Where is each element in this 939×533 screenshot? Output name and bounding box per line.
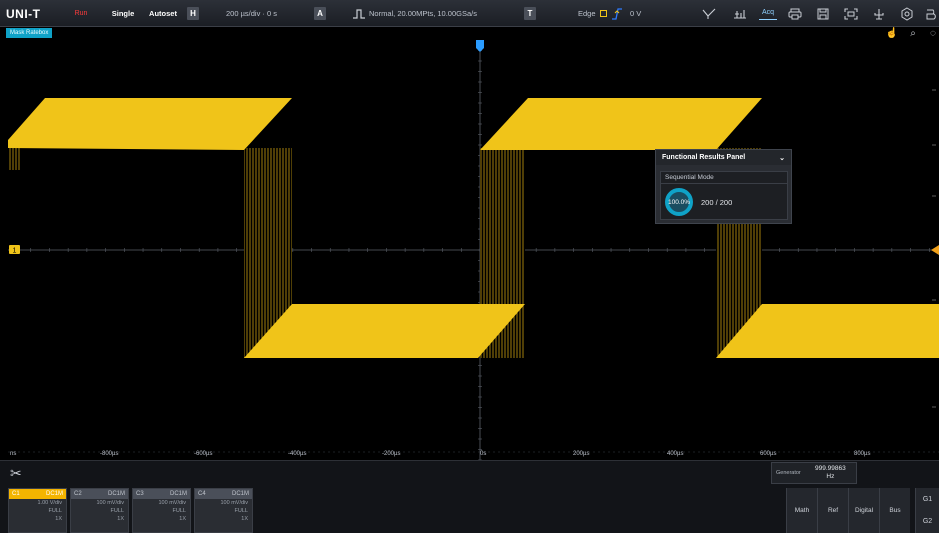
- trigger-level-readout[interactable]: 0 V: [630, 0, 641, 27]
- usb-icon[interactable]: [870, 5, 888, 22]
- channel3-probe: 1X: [179, 516, 186, 522]
- acquisition-readout[interactable]: Normal, 20.00MPts, 10.00GSa/s: [369, 0, 477, 27]
- top-toolbar: UNI-T Run Single Autoset H 200 µs/div · …: [0, 0, 939, 27]
- edge-persistence: [8, 148, 20, 170]
- x-tick-label: 400µs: [667, 451, 683, 457]
- channel2-scale: 100 mV/div: [96, 500, 124, 506]
- channel1-probe: 1X: [55, 516, 62, 522]
- channel1-name: C1: [12, 491, 20, 497]
- acquire-button[interactable]: A: [314, 7, 326, 20]
- x-tick-label: -600µs: [194, 451, 212, 457]
- channel1-bandwidth: FULL: [48, 508, 62, 514]
- ref-button[interactable]: Ref: [817, 488, 848, 533]
- channel1-coupling: DC1M: [45, 491, 63, 497]
- chevron-down-icon[interactable]: ⌄: [779, 154, 785, 162]
- channel2-coupling: DC1M: [107, 491, 125, 497]
- function-buttons: Math Ref Digital Bus: [786, 488, 910, 533]
- touch-icon[interactable]: ☝: [885, 28, 899, 40]
- channel4-box[interactable]: C4 DC1M 100 mV/div FULL 1X: [194, 488, 253, 533]
- results-progress-ring: 100.0%: [665, 188, 693, 216]
- acq-mode-button[interactable]: Acq: [759, 6, 777, 20]
- timebase-readout[interactable]: 200 µs/div · 0 s: [226, 0, 277, 27]
- trigger-level-marker[interactable]: [931, 245, 939, 255]
- channel2-box[interactable]: C2 DC1M 100 mV/div FULL 1X: [70, 488, 129, 533]
- waveform-tool-icon[interactable]: ✂: [10, 465, 22, 482]
- x-tick-label: -200µs: [382, 451, 400, 457]
- waveform-graticule: ns -800µs -600µs -400µs -200µs 0s 200µs 400µs 60…: [8, 40, 939, 460]
- pulse-icon: [352, 0, 366, 27]
- results-percent: 100.0%: [667, 198, 691, 206]
- waveform-low-segment: [244, 304, 525, 358]
- trigger-type-readout[interactable]: Edge: [578, 0, 607, 27]
- channel2-header: C2 DC1M: [71, 489, 128, 499]
- save-icon[interactable]: [814, 5, 832, 22]
- trigger-button[interactable]: T: [524, 7, 536, 20]
- results-panel-body: Sequential Mode 100.0% 200 / 200: [660, 171, 788, 220]
- waveform-high-segment: [480, 98, 762, 150]
- print-icon[interactable]: [786, 5, 804, 22]
- channel4-probe: 1X: [241, 516, 248, 522]
- math-button[interactable]: Math: [786, 488, 817, 533]
- run-stop-button[interactable]: Run: [61, 5, 101, 22]
- channel1-header: C1 DC1M: [9, 489, 66, 499]
- brand-logo: UNI-T: [6, 6, 41, 21]
- channel1-scale: 1.00 V/div: [37, 500, 62, 506]
- trigger-position-marker[interactable]: [476, 40, 484, 52]
- x-tick-label: 200µs: [573, 451, 589, 457]
- measure-icon[interactable]: [731, 5, 749, 22]
- generator-buttons: G1 G2: [915, 488, 939, 533]
- trigger-source-icon: [599, 10, 607, 17]
- autoset-button[interactable]: Autoset: [144, 5, 182, 22]
- x-tick-label: ns: [10, 451, 16, 457]
- counter-readout: 999.99863 Hz: [815, 465, 846, 481]
- screenshot-icon[interactable]: [842, 5, 860, 22]
- channel2-name: C2: [74, 491, 82, 497]
- bus-button[interactable]: Bus: [879, 488, 910, 533]
- channel3-bandwidth: FULL: [172, 508, 186, 514]
- channel4-name: C4: [198, 491, 206, 497]
- frequency-counter[interactable]: Generator 999.99863 Hz: [771, 462, 857, 484]
- channel4-bandwidth: FULL: [234, 508, 248, 514]
- channel4-coupling: DC1M: [231, 491, 249, 497]
- results-count: 200 / 200: [701, 198, 733, 207]
- horizontal-button[interactable]: H: [187, 7, 199, 20]
- x-tick-label: 0s: [480, 451, 486, 457]
- trigger-type-label: Edge: [578, 9, 596, 18]
- mode-badge[interactable]: Mask Ratebox: [6, 28, 53, 38]
- channel3-name: C3: [136, 491, 144, 497]
- settings-icon[interactable]: [898, 5, 916, 22]
- channel3-scale: 100 mV/div: [158, 500, 186, 506]
- refresh-icon[interactable]: ◌: [926, 28, 939, 40]
- single-button[interactable]: Single: [106, 5, 140, 22]
- counter-label: Generator: [776, 470, 801, 476]
- waveform-high-segment: [8, 98, 292, 150]
- results-panel-header[interactable]: Functional Results Panel ⌄: [656, 150, 791, 165]
- counter-value: 999.99863: [815, 465, 846, 472]
- menu-icon[interactable]: [923, 5, 939, 22]
- channel1-box[interactable]: C1 DC1M 1.00 V/div FULL 1X: [8, 488, 67, 533]
- x-tick-label: -800µs: [100, 451, 118, 457]
- channel2-bandwidth: FULL: [110, 508, 124, 514]
- counter-unit: Hz: [826, 473, 835, 480]
- x-tick-label: -400µs: [288, 451, 306, 457]
- channel2-probe: 1X: [117, 516, 124, 522]
- g2-button[interactable]: G2: [916, 510, 939, 532]
- results-mode: Sequential Mode: [661, 172, 787, 184]
- channel3-header: C3 DC1M: [133, 489, 190, 499]
- zoom-icon[interactable]: ⌕: [906, 28, 920, 40]
- channel1-marker-label: 1: [13, 248, 17, 255]
- channel3-coupling: DC1M: [169, 491, 187, 497]
- digital-button[interactable]: Digital: [848, 488, 879, 533]
- channel4-header: C4 DC1M: [195, 489, 252, 499]
- waveform-area[interactable]: ns -800µs -600µs -400µs -200µs 0s 200µs 400µs 60…: [0, 40, 939, 460]
- cursor-icon[interactable]: [700, 5, 718, 22]
- channel4-scale: 100 mV/div: [220, 500, 248, 506]
- results-panel-title: Functional Results Panel: [662, 154, 746, 161]
- functional-results-panel[interactable]: Functional Results Panel ⌄ Sequential Mo…: [655, 149, 792, 224]
- x-tick-label: 600µs: [760, 451, 776, 457]
- channel3-box[interactable]: C3 DC1M 100 mV/div FULL 1X: [132, 488, 191, 533]
- g1-button[interactable]: G1: [916, 488, 939, 510]
- x-tick-label: 800µs: [854, 451, 870, 457]
- rising-edge-icon: [610, 0, 624, 27]
